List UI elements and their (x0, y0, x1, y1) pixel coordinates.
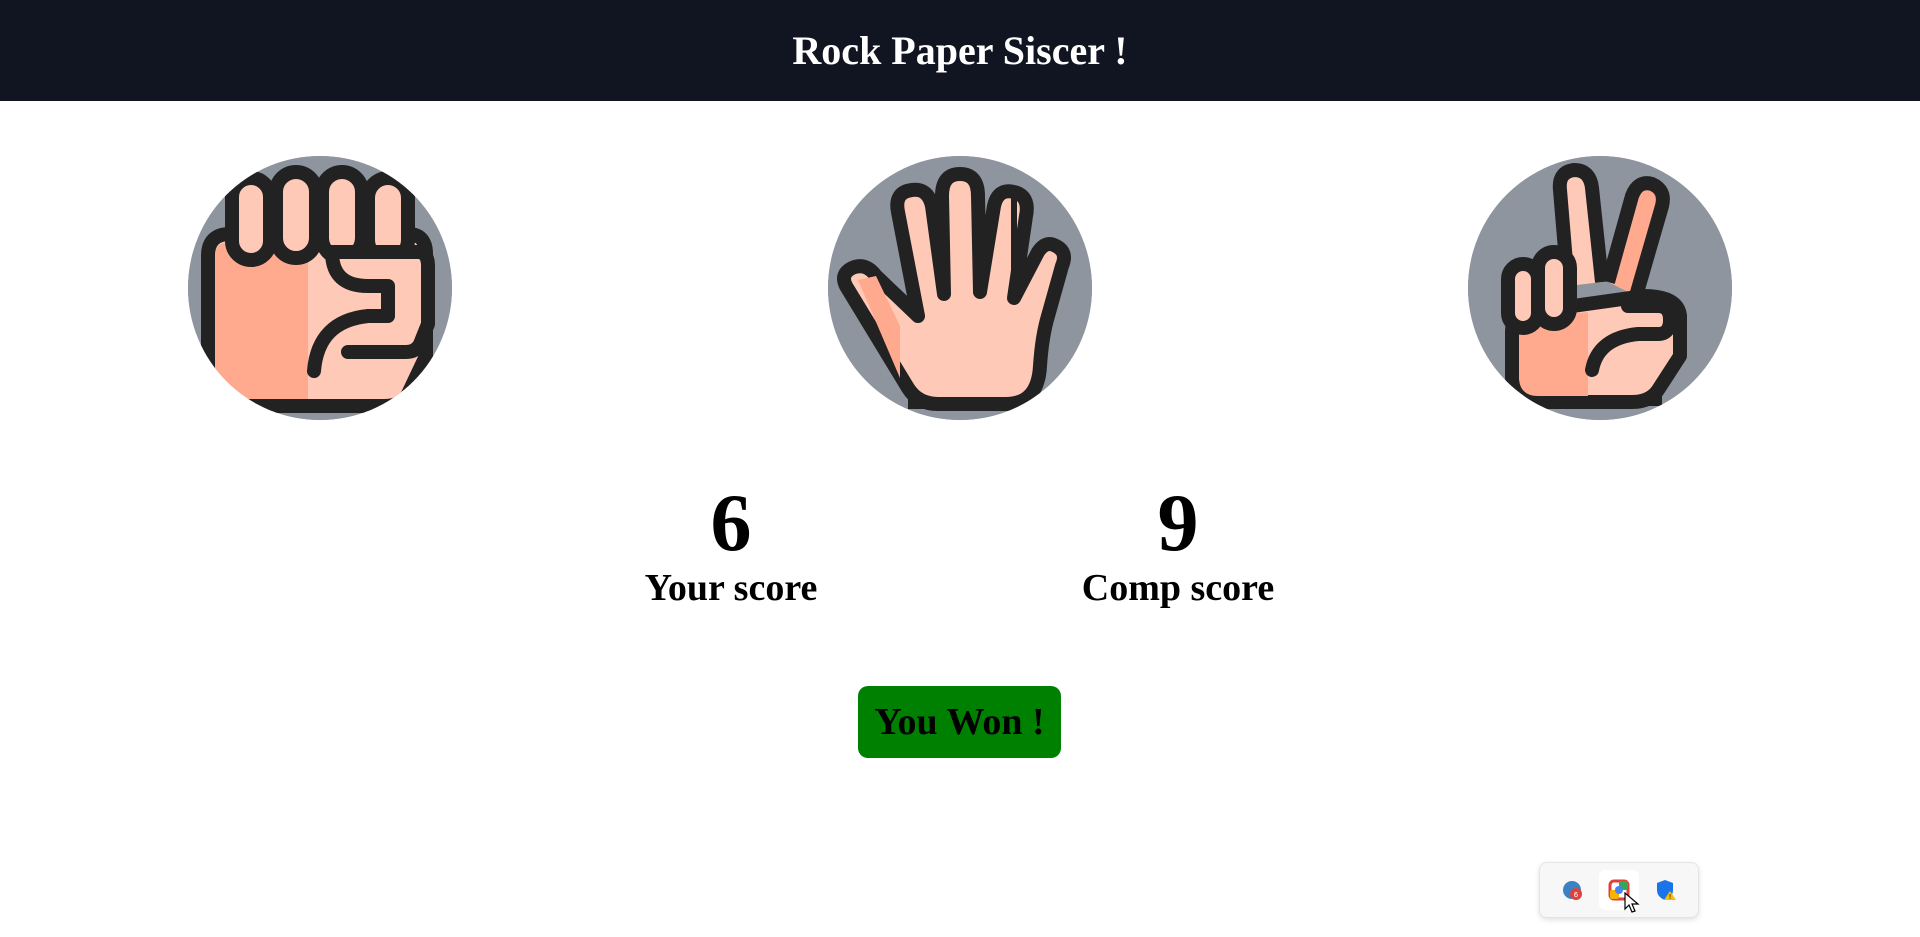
victory-hand-icon (1468, 156, 1732, 420)
svg-text:6: 6 (1573, 891, 1578, 899)
tray-item-color-picker[interactable] (1598, 870, 1640, 913)
page-title: Rock Paper Siscer ! (792, 28, 1128, 73)
app-header: Rock Paper Siscer ! (0, 0, 1920, 101)
scissors-choice[interactable] (1468, 156, 1732, 420)
security-warning-icon: ! (1657, 880, 1677, 901)
svg-text:!: ! (1669, 893, 1672, 901)
paper-choice[interactable] (828, 156, 1092, 420)
user-score-label: Your score (644, 567, 818, 609)
browser-notification-icon: 6 (1562, 881, 1582, 900)
comp-score-value: 9 (1157, 477, 1199, 568)
mouse-cursor-icon (1624, 892, 1640, 913)
fist-icon (188, 156, 452, 420)
rock-choice[interactable] (188, 156, 452, 420)
comp-score-panel: 9 Comp score (1048, 477, 1308, 609)
open-hand-icon (828, 156, 1092, 420)
tray-item-security[interactable]: ! (1646, 870, 1686, 910)
user-score-value: 6 (710, 477, 752, 568)
comp-score-label: Comp score (1081, 567, 1275, 609)
user-score-panel: 6 Your score (601, 477, 861, 609)
result-message: You Won ! (858, 686, 1061, 758)
extension-tray: 6 ! (1539, 862, 1699, 918)
tray-item-notifications[interactable]: 6 (1552, 870, 1592, 910)
